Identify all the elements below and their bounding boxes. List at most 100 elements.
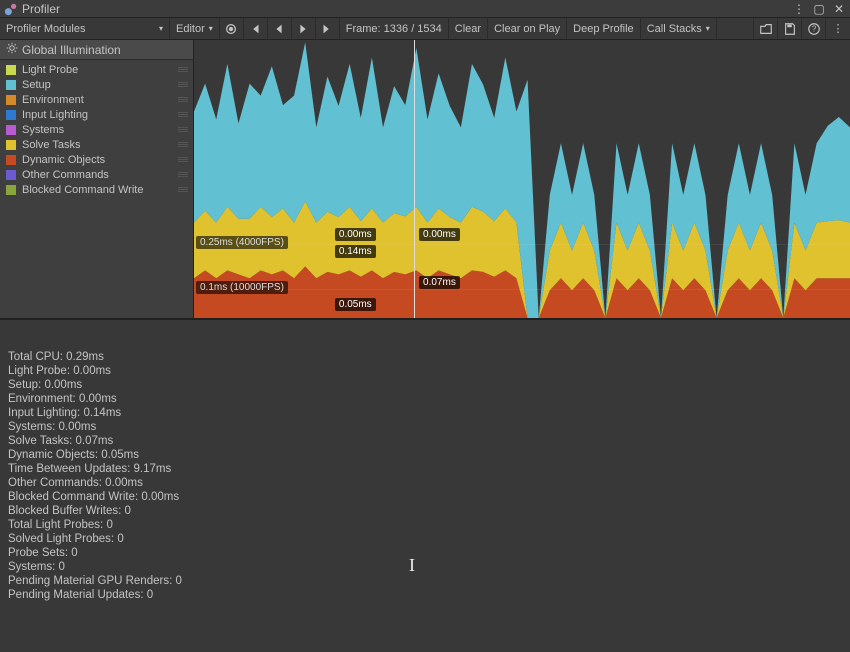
legend-swatch	[6, 110, 16, 120]
detail-row: Setup: 0.00ms	[8, 378, 842, 392]
target-label: Editor	[176, 23, 205, 35]
scrub-line[interactable]	[414, 40, 415, 318]
detail-row: Pending Material GPU Renders: 0	[8, 574, 842, 588]
drag-handle-icon[interactable]	[177, 112, 189, 117]
profiler-modules-label: Profiler Modules	[6, 23, 85, 35]
detail-row: Light Probe: 0.00ms	[8, 364, 842, 378]
help-button[interactable]: ?	[802, 18, 826, 39]
frame-counter[interactable]: Frame: 1336 / 1534	[340, 18, 449, 39]
gridline	[194, 244, 850, 245]
clear-on-play-button[interactable]: Clear on Play	[488, 18, 567, 39]
legend-item[interactable]: Other Commands	[0, 167, 193, 182]
next-frame-button[interactable]	[292, 18, 316, 39]
title-bar: Profiler ⋮ ▢ ✕	[0, 0, 850, 18]
profiler-modules-dropdown[interactable]: Profiler Modules	[0, 18, 170, 39]
detail-row: Input Lighting: 0.14ms	[8, 406, 842, 420]
detail-row: Environment: 0.00ms	[8, 392, 842, 406]
close-icon[interactable]: ✕	[832, 2, 846, 16]
chart-tooltip: 0.00ms	[335, 228, 376, 241]
detail-row: Blocked Buffer Writes: 0	[8, 504, 842, 518]
legend-item[interactable]: Systems	[0, 122, 193, 137]
gridline	[194, 289, 850, 290]
legend-list: Light Probe Setup Environment Input Ligh…	[0, 60, 193, 318]
detail-row: Solved Light Probes: 0	[8, 532, 842, 546]
frame-label: Frame:	[346, 23, 381, 35]
profiler-icon	[4, 2, 18, 16]
open-file-button[interactable]	[754, 18, 778, 39]
legend-swatch	[6, 170, 16, 180]
legend-label: Other Commands	[22, 169, 177, 181]
legend-label: Systems	[22, 124, 177, 136]
detail-row: Dynamic Objects: 0.05ms	[8, 448, 842, 462]
legend-label: Blocked Command Write	[22, 184, 177, 196]
save-button[interactable]	[778, 18, 802, 39]
frame-value: 1336 / 1534	[384, 23, 442, 35]
toolbar: Profiler Modules Editor Frame: 1336 / 15…	[0, 18, 850, 40]
drag-handle-icon[interactable]	[177, 127, 189, 132]
legend-swatch	[6, 80, 16, 90]
legend-item[interactable]: Input Lighting	[0, 107, 193, 122]
detail-row: Systems: 0.00ms	[8, 420, 842, 434]
detail-row: Pending Material Updates: 0	[8, 588, 842, 602]
last-frame-button[interactable]	[316, 18, 340, 39]
drag-handle-icon[interactable]	[177, 97, 189, 102]
detail-row: Systems: 0	[8, 560, 842, 574]
legend-label: Input Lighting	[22, 109, 177, 121]
module-header[interactable]: Global Illumination	[0, 40, 193, 60]
chart-tooltip: 0.05ms	[335, 298, 376, 311]
legend-item[interactable]: Light Probe	[0, 62, 193, 77]
drag-handle-icon[interactable]	[177, 172, 189, 177]
drag-handle-icon[interactable]	[177, 142, 189, 147]
detail-row: Other Commands: 0.00ms	[8, 476, 842, 490]
details-panel: Total CPU: 0.29msLight Probe: 0.00msSetu…	[0, 320, 850, 610]
legend-swatch	[6, 125, 16, 135]
menu-button[interactable]: ⋮	[826, 18, 850, 39]
chart-tooltip: 0.00ms	[419, 228, 460, 241]
window-title: Profiler	[22, 2, 60, 16]
text-cursor-icon: I	[409, 555, 415, 576]
chart-tooltip: 0.14ms	[335, 245, 376, 258]
legend-swatch	[6, 185, 16, 195]
drag-handle-icon[interactable]	[177, 82, 189, 87]
legend-swatch	[6, 95, 16, 105]
drag-handle-icon[interactable]	[177, 187, 189, 192]
gridline-label: 0.1ms (10000FPS)	[196, 281, 288, 294]
module-title: Global Illumination	[22, 43, 121, 57]
kebab-icon[interactable]: ⋮	[792, 2, 806, 16]
legend-swatch	[6, 140, 16, 150]
legend-label: Setup	[22, 79, 177, 91]
record-button[interactable]	[220, 18, 244, 39]
svg-text:?: ?	[811, 24, 816, 33]
prev-frame-button[interactable]	[268, 18, 292, 39]
call-stacks-dropdown[interactable]: Call Stacks	[641, 18, 717, 39]
drag-handle-icon[interactable]	[177, 157, 189, 162]
module-sidebar: Global Illumination Light Probe Setup En…	[0, 40, 194, 318]
legend-swatch	[6, 65, 16, 75]
drag-handle-icon[interactable]	[177, 67, 189, 72]
profiler-chart[interactable]: 0.25ms (4000FPS) 0.1ms (10000FPS) 0.00ms 0.…	[194, 40, 850, 318]
detail-row: Total CPU: 0.29ms	[8, 350, 842, 364]
legend-label: Solve Tasks	[22, 139, 177, 151]
clear-button[interactable]: Clear	[449, 18, 488, 39]
gear-icon	[6, 42, 18, 57]
legend-item[interactable]: Blocked Command Write	[0, 182, 193, 197]
detail-row: Total Light Probes: 0	[8, 518, 842, 532]
legend-item[interactable]: Setup	[0, 77, 193, 92]
legend-swatch	[6, 155, 16, 165]
legend-label: Light Probe	[22, 64, 177, 76]
deep-profile-button[interactable]: Deep Profile	[567, 18, 641, 39]
detail-row: Blocked Command Write: 0.00ms	[8, 490, 842, 504]
chart-tooltip: 0.07ms	[419, 276, 460, 289]
detail-row: Time Between Updates: 9.17ms	[8, 462, 842, 476]
first-frame-button[interactable]	[244, 18, 268, 39]
legend-item[interactable]: Dynamic Objects	[0, 152, 193, 167]
legend-label: Environment	[22, 94, 177, 106]
legend-item[interactable]: Environment	[0, 92, 193, 107]
gridline-label: 0.25ms (4000FPS)	[196, 236, 288, 249]
maximize-icon[interactable]: ▢	[812, 2, 826, 16]
legend-item[interactable]: Solve Tasks	[0, 137, 193, 152]
legend-label: Dynamic Objects	[22, 154, 177, 166]
kebab-icon: ⋮	[833, 22, 844, 35]
detail-row: Solve Tasks: 0.07ms	[8, 434, 842, 448]
target-dropdown[interactable]: Editor	[170, 18, 220, 39]
